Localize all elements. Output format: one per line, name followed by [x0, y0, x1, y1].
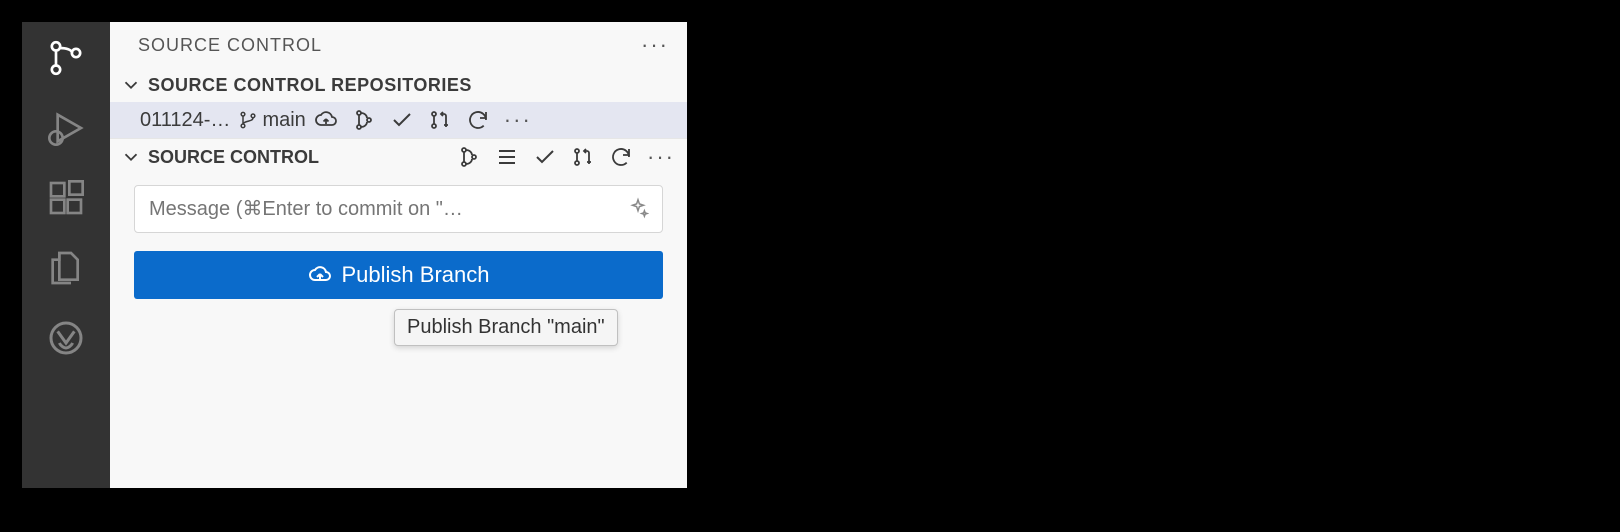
sparkle-icon[interactable]: [627, 197, 649, 219]
check-icon[interactable]: [390, 108, 414, 132]
cloud-publish-icon[interactable]: [314, 108, 338, 132]
source-control-panel: SOURCE CONTROL ··· SOURCE CONTROL REPOSI…: [110, 22, 687, 488]
check-icon[interactable]: [533, 145, 557, 169]
extensions-icon[interactable]: [44, 176, 88, 220]
branch-indicator[interactable]: main: [238, 109, 305, 132]
publish-branch-label: Publish Branch: [342, 262, 490, 288]
chevron-down-icon: [120, 74, 142, 96]
publish-button-wrap: Publish Branch Publish Branch "main": [110, 233, 687, 299]
graph-icon[interactable]: [457, 145, 481, 169]
repo-actions: ···: [314, 108, 532, 132]
source-control-icon[interactable]: [44, 36, 88, 80]
repositories-section-header[interactable]: SOURCE CONTROL REPOSITORIES: [110, 68, 687, 102]
panel-more-icon[interactable]: ···: [641, 34, 669, 56]
commit-message-input[interactable]: [134, 185, 663, 233]
panel-title: SOURCE CONTROL: [138, 35, 322, 56]
repositories-section-title: SOURCE CONTROL REPOSITORIES: [148, 75, 472, 96]
publish-branch-button[interactable]: Publish Branch: [134, 251, 663, 299]
panel-header: SOURCE CONTROL ···: [110, 22, 687, 68]
cloud-upload-icon: [308, 263, 332, 287]
sc-more-icon[interactable]: ···: [647, 146, 675, 168]
branch-name: main: [262, 109, 305, 132]
explorer-files-icon[interactable]: [44, 246, 88, 290]
publish-tooltip: Publish Branch "main": [394, 309, 618, 346]
pull-request-create-icon[interactable]: [428, 108, 452, 132]
repository-row[interactable]: 011124-… main: [110, 102, 687, 138]
run-debug-icon[interactable]: [44, 106, 88, 150]
git-branch-icon: [238, 110, 258, 130]
source-control-section-header[interactable]: SOURCE CONTROL ···: [110, 138, 687, 175]
refresh-icon[interactable]: [466, 108, 490, 132]
repo-more-icon[interactable]: ···: [504, 109, 532, 131]
source-control-section-title: SOURCE CONTROL: [148, 147, 319, 168]
sc-actions: ···: [457, 145, 675, 169]
mulesoft-icon[interactable]: [44, 316, 88, 360]
activity-bar: [22, 22, 110, 488]
pull-request-create-icon[interactable]: [571, 145, 595, 169]
chevron-down-icon: [120, 146, 142, 168]
graph-icon[interactable]: [352, 108, 376, 132]
repository-name: 011124-…: [140, 109, 230, 132]
commit-message-wrap: [110, 175, 687, 233]
workbench: SOURCE CONTROL ··· SOURCE CONTROL REPOSI…: [22, 22, 687, 488]
refresh-icon[interactable]: [609, 145, 633, 169]
list-tree-icon[interactable]: [495, 145, 519, 169]
